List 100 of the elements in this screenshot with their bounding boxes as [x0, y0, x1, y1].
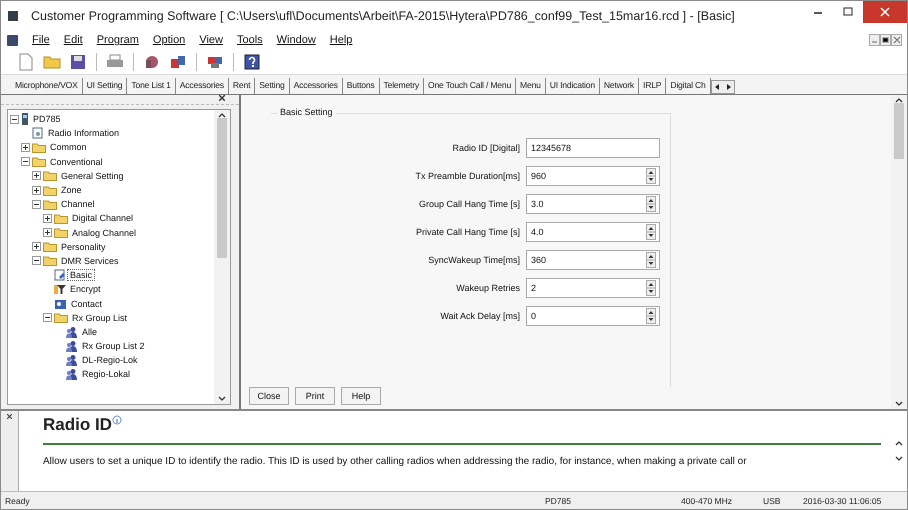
spin-field[interactable]: 960: [526, 166, 660, 186]
status-text: 400-470 MHz: [680, 496, 734, 506]
spin-buttons-icon[interactable]: [646, 252, 656, 268]
tree-item[interactable]: DL-Regio-Lok: [80, 355, 140, 366]
scroll-up-icon[interactable]: [218, 112, 226, 118]
tab[interactable]: Setting: [255, 78, 290, 94]
spin-buttons-icon[interactable]: [646, 280, 656, 296]
tree-item[interactable]: PD785: [31, 114, 63, 124]
tab[interactable]: UI Setting: [82, 78, 128, 94]
input-field[interactable]: 12345678: [526, 138, 660, 158]
status-text: USB: [762, 496, 782, 506]
tree-item[interactable]: Regio-Lokal: [80, 369, 132, 380]
status-text: 2016-03-30 11:06:05: [802, 496, 882, 506]
document-window-icon: [7, 34, 18, 46]
scroll-down-icon[interactable]: [895, 456, 903, 462]
collapse-icon[interactable]: [21, 157, 30, 166]
dialog-button[interactable]: Print: [295, 387, 335, 405]
menu-item[interactable]: Program: [96, 34, 139, 46]
close-pane-icon[interactable]: [219, 95, 225, 101]
menu-item[interactable]: Help: [330, 34, 352, 46]
tree-item[interactable]: Digital Channel: [70, 213, 136, 224]
expand-icon[interactable]: [32, 242, 41, 252]
folder-icon: [54, 312, 68, 324]
tab[interactable]: Microphone/VOX: [11, 78, 83, 94]
tab[interactable]: One Touch Call / Menu: [424, 78, 516, 94]
tree-item[interactable]: Encrypt: [68, 284, 103, 294]
collapse-icon[interactable]: [43, 313, 52, 322]
spin-field[interactable]: 0: [526, 306, 660, 326]
menu-item[interactable]: Window: [276, 34, 316, 46]
mdi-window-controls-icon[interactable]: [869, 34, 903, 46]
tab[interactable]: Telemetry: [380, 78, 424, 94]
tab[interactable]: Menu: [516, 78, 546, 94]
people-icon: [65, 340, 78, 352]
collapse-icon[interactable]: [32, 200, 41, 209]
menu-item[interactable]: File: [32, 34, 50, 46]
folder-icon: [43, 255, 57, 266]
tree-item[interactable]: Alle: [80, 326, 100, 337]
tree-item[interactable]: Rx Group List: [70, 312, 130, 323]
tree-item[interactable]: Radio Information: [46, 128, 122, 138]
folder-icon: [43, 241, 57, 252]
tree-item[interactable]: DMR Services: [59, 256, 121, 266]
info-icon: [112, 415, 122, 425]
content-scrollbar[interactable]: [891, 95, 907, 409]
tree-item[interactable]: Contact: [69, 298, 104, 309]
spin-field[interactable]: 2: [526, 278, 660, 298]
close-button[interactable]: [863, 1, 907, 23]
people-icon: [65, 368, 78, 380]
expand-icon[interactable]: [32, 186, 41, 195]
scroll-up-icon[interactable]: [895, 440, 903, 446]
tree-item[interactable]: General Setting: [59, 170, 126, 181]
scroll-down-icon[interactable]: [218, 396, 226, 402]
tab[interactable]: UI Indication: [546, 78, 600, 94]
scroll-down-icon[interactable]: [895, 401, 903, 407]
tab[interactable]: IRLP: [639, 78, 666, 94]
tree-item[interactable]: Channel: [59, 199, 97, 210]
field-label: Wakeup Retries: [456, 283, 520, 293]
expand-icon[interactable]: [32, 171, 41, 180]
spin-buttons-icon[interactable]: [646, 196, 656, 212]
collapse-icon[interactable]: [32, 256, 41, 266]
menu-item[interactable]: View: [199, 34, 223, 46]
dialog-button[interactable]: Close: [249, 387, 289, 405]
tab[interactable]: Tone List 1: [127, 78, 176, 94]
menu-item[interactable]: Option: [152, 34, 186, 46]
field-label: Wait Ack Delay [ms]: [440, 311, 520, 321]
dialog-button[interactable]: Help: [341, 387, 381, 405]
tree-item[interactable]: Common: [48, 142, 89, 152]
tab[interactable]: Accessories: [176, 78, 229, 94]
tree-item[interactable]: Zone: [59, 185, 84, 196]
tree-item[interactable]: Basic: [68, 270, 94, 280]
tree-scrollbar[interactable]: [214, 110, 230, 404]
menu-item[interactable]: Tools: [236, 34, 263, 46]
window-title: Customer Programming Software [ C:\Users\ufl\Documents\Arbeit\FA-2015\Hytera\PD786_conf99_Test_15mar16.rcd ] - [Basic]: [30, 9, 736, 23]
collapse-icon[interactable]: [10, 114, 19, 124]
spin-buttons-icon[interactable]: [646, 308, 656, 324]
scroll-thumb[interactable]: [894, 103, 904, 159]
scroll-up-icon[interactable]: [895, 97, 903, 103]
close-pane-icon[interactable]: [7, 414, 12, 419]
spin-buttons-icon[interactable]: [646, 168, 656, 184]
folder-icon: [54, 227, 68, 238]
tree-item[interactable]: Personality: [59, 242, 108, 252]
scroll-thumb[interactable]: [217, 118, 227, 258]
people-icon: [65, 354, 78, 366]
tab[interactable]: Buttons: [342, 78, 380, 94]
contact-card-icon: [54, 298, 67, 310]
spin-field[interactable]: 3.0: [526, 194, 660, 214]
folder-icon: [32, 142, 46, 153]
tree-item[interactable]: Conventional: [48, 156, 105, 167]
tab[interactable]: Accessories: [290, 78, 343, 94]
expand-icon[interactable]: [43, 228, 52, 238]
expand-icon[interactable]: [21, 142, 30, 152]
tab[interactable]: Rent: [228, 78, 256, 94]
expand-icon[interactable]: [43, 214, 52, 223]
spin-field[interactable]: 4.0: [526, 222, 660, 242]
tab[interactable]: Network: [600, 78, 640, 94]
tree-item[interactable]: Rx Group List 2: [80, 341, 147, 352]
menu-item[interactable]: Edit: [64, 34, 83, 46]
tree-item[interactable]: Analog Channel: [70, 228, 138, 238]
spin-buttons-icon[interactable]: [646, 224, 656, 240]
spin-field[interactable]: 360: [526, 250, 660, 270]
maximize-icon[interactable]: [843, 7, 853, 17]
